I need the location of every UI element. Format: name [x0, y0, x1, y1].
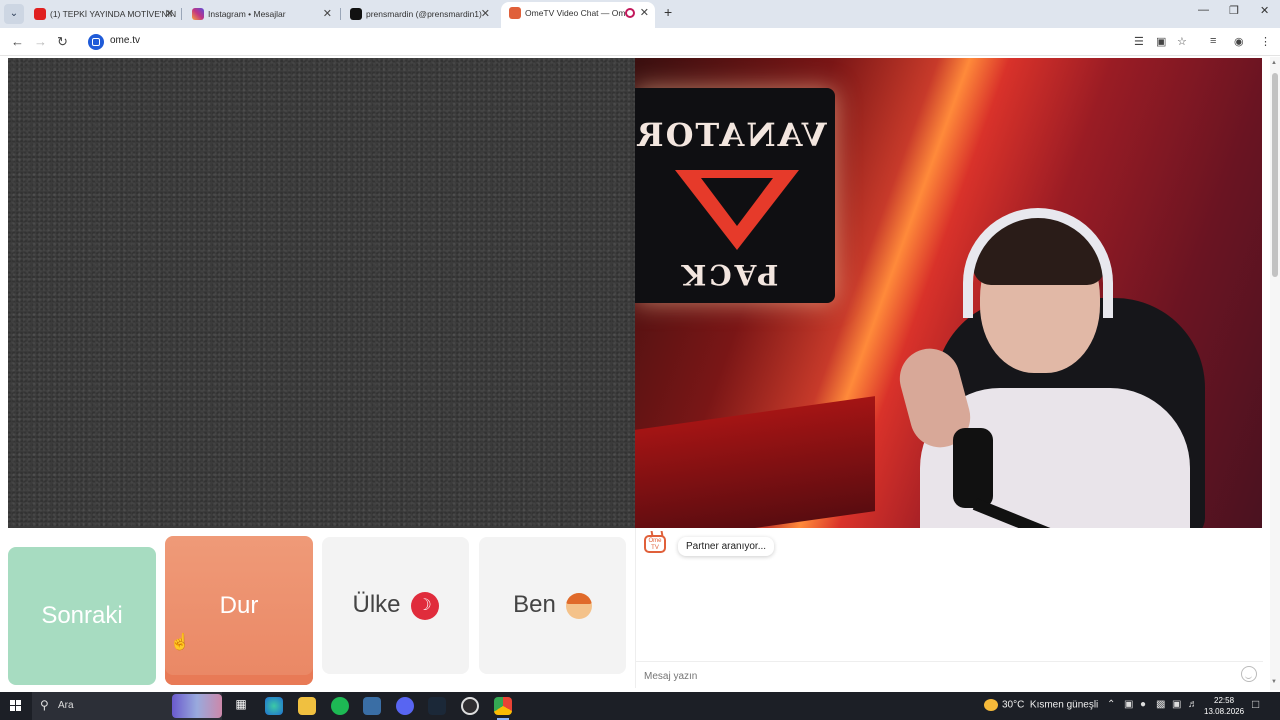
- gender-button[interactable]: Ben: [479, 537, 626, 674]
- discord-icon[interactable]: [396, 697, 414, 715]
- headphones: [963, 208, 1113, 318]
- volume-icon[interactable]: ♬: [1188, 699, 1198, 710]
- partner-video-static: [8, 58, 635, 528]
- task-view-icon[interactable]: ▦: [232, 697, 250, 715]
- sign-bottom-text: PACK: [679, 258, 779, 291]
- browser-toolbar: ← → ↻ ome.tv ☰ ▣ ☆ ≡ ◉ ⋮: [0, 28, 1280, 56]
- boy-emoji-icon: [565, 592, 592, 619]
- self-webcam-video: VANATOR PACK: [635, 58, 1262, 528]
- ometv-logo-icon: Ome TV: [644, 535, 666, 553]
- windows-start-icon[interactable]: [10, 700, 22, 712]
- tab-youtube[interactable]: (1) TEPKİ YAYINDA MOTİVE'NİN ✕: [26, 3, 180, 25]
- weather-text: Kısmen güneşli: [1029, 699, 1099, 711]
- app-icon[interactable]: [363, 697, 381, 715]
- message-bar: [636, 661, 1263, 688]
- stop-button[interactable]: Dur: [165, 536, 313, 685]
- restore-icon[interactable]: ❐: [1229, 4, 1239, 17]
- notifications-icon[interactable]: □: [1252, 697, 1259, 711]
- country-button[interactable]: Ülke ☽: [322, 537, 469, 674]
- profile-icon[interactable]: ◉: [1234, 35, 1244, 48]
- clock-time: 22:58: [1214, 696, 1235, 705]
- reload-icon[interactable]: ↻: [57, 34, 68, 50]
- tab-ometv[interactable]: OmeTV Video Chat — Ome ✕: [501, 2, 655, 28]
- address-bar[interactable]: ome.tv: [84, 31, 1194, 53]
- turkey-flag-icon: ☽: [410, 591, 439, 620]
- forward-icon[interactable]: →: [34, 34, 47, 49]
- search-icon: ⚲: [40, 698, 49, 712]
- edge-icon[interactable]: [265, 697, 283, 715]
- page-scrollbar[interactable]: ▲ ▼: [1270, 57, 1280, 690]
- sign-top-text: VANATOR: [635, 116, 827, 154]
- tab-title: (1) TEPKİ YAYINDA MOTİVE'NİN: [50, 9, 177, 19]
- media-controls-icon[interactable]: ≡: [1210, 35, 1216, 47]
- scroll-up-icon[interactable]: ▲: [1271, 60, 1277, 66]
- neon-sign: VANATOR PACK: [635, 88, 835, 303]
- display-icon[interactable]: ▩: [1156, 699, 1165, 710]
- message-input[interactable]: [644, 667, 1224, 685]
- ometv-icon: [509, 7, 521, 19]
- close-icon[interactable]: ✕: [323, 3, 332, 25]
- menu-kebab-icon[interactable]: ⋮: [1260, 35, 1271, 48]
- tab-instagram[interactable]: Instagram • Mesajlar ✕: [184, 3, 338, 25]
- tab-strip: ⌄ (1) TEPKİ YAYINDA MOTİVE'NİN ✕ Instagr…: [0, 0, 1280, 28]
- status-message: Partner aranıyor...: [678, 537, 775, 556]
- tab-title: prensmardin (@prensmardin1): [366, 9, 482, 19]
- clock-date: 13.08.2026: [1204, 707, 1245, 716]
- microphone: [953, 428, 993, 508]
- tab-title: Instagram • Mesajlar: [208, 9, 286, 19]
- microphone-icon[interactable]: ●: [1140, 699, 1146, 710]
- install-app-icon[interactable]: ▣: [1156, 35, 1166, 48]
- weather-partly-sunny-icon: [984, 699, 998, 711]
- desk: [635, 396, 875, 528]
- windows-taskbar: ⚲ Ara ▦ 30°C Kısmen güneşli ⌃ ▣ ● ▩ ▣ ♬ …: [0, 692, 1280, 720]
- tab-separator: [181, 8, 182, 20]
- file-explorer-icon[interactable]: [298, 697, 316, 715]
- emoji-picker-icon[interactable]: [1241, 666, 1257, 682]
- scroll-thumb[interactable]: [1272, 73, 1278, 277]
- tab-title: OmeTV Video Chat — Ome: [525, 8, 631, 18]
- close-icon[interactable]: ✕: [640, 2, 649, 24]
- tab-search-chevron-icon[interactable]: ⌄: [4, 4, 24, 24]
- sign-logo-inner: [701, 178, 773, 226]
- tab-tiktok[interactable]: prensmardin (@prensmardin1) ✕: [342, 3, 496, 25]
- instagram-icon: [192, 8, 204, 20]
- youtube-icon: [34, 8, 46, 20]
- back-icon[interactable]: ←: [11, 34, 24, 49]
- country-label: Ülke: [352, 591, 401, 618]
- weather-temp: 30°C: [1002, 699, 1025, 711]
- new-tab-button[interactable]: +: [664, 4, 672, 20]
- translate-icon[interactable]: ☰: [1134, 35, 1144, 48]
- tray-app-icon[interactable]: ▣: [1124, 699, 1133, 710]
- chat-panel: Ome TV Partner aranıyor...: [635, 528, 1263, 688]
- next-button[interactable]: Sonraki: [8, 547, 156, 685]
- steam-icon[interactable]: [428, 697, 446, 715]
- search-highlight-art[interactable]: [172, 694, 222, 718]
- tray-chevron-icon[interactable]: ⌃: [1107, 699, 1115, 710]
- scroll-down-icon[interactable]: ▼: [1271, 679, 1277, 685]
- tiktok-icon: [350, 8, 362, 20]
- close-icon[interactable]: ✕: [481, 3, 490, 25]
- spotify-icon[interactable]: [331, 697, 349, 715]
- chrome-icon[interactable]: [494, 697, 512, 720]
- minimize-icon[interactable]: —: [1198, 4, 1209, 16]
- bookmark-star-icon[interactable]: ☆: [1177, 35, 1187, 48]
- hand-cursor-icon: ☝: [170, 634, 190, 651]
- close-icon[interactable]: ✕: [165, 3, 174, 25]
- recording-icon: [625, 8, 635, 18]
- clock[interactable]: 22:58 13.08.2026: [1204, 695, 1244, 717]
- tab-separator: [340, 8, 341, 20]
- me-label: Ben: [513, 591, 556, 618]
- close-window-icon[interactable]: ✕: [1260, 4, 1269, 17]
- url-text: ome.tv: [110, 35, 141, 46]
- ometv-page: VANATOR PACK Sonraki Dur Ülke ☽ Ben ☝ Ome…: [0, 57, 1280, 690]
- network-icon[interactable]: ▣: [1172, 699, 1181, 710]
- obs-icon[interactable]: [461, 697, 479, 715]
- site-info-icon[interactable]: [88, 34, 104, 50]
- weather-widget[interactable]: 30°C Kısmen güneşli: [984, 699, 1098, 711]
- search-placeholder: Ara: [58, 700, 74, 711]
